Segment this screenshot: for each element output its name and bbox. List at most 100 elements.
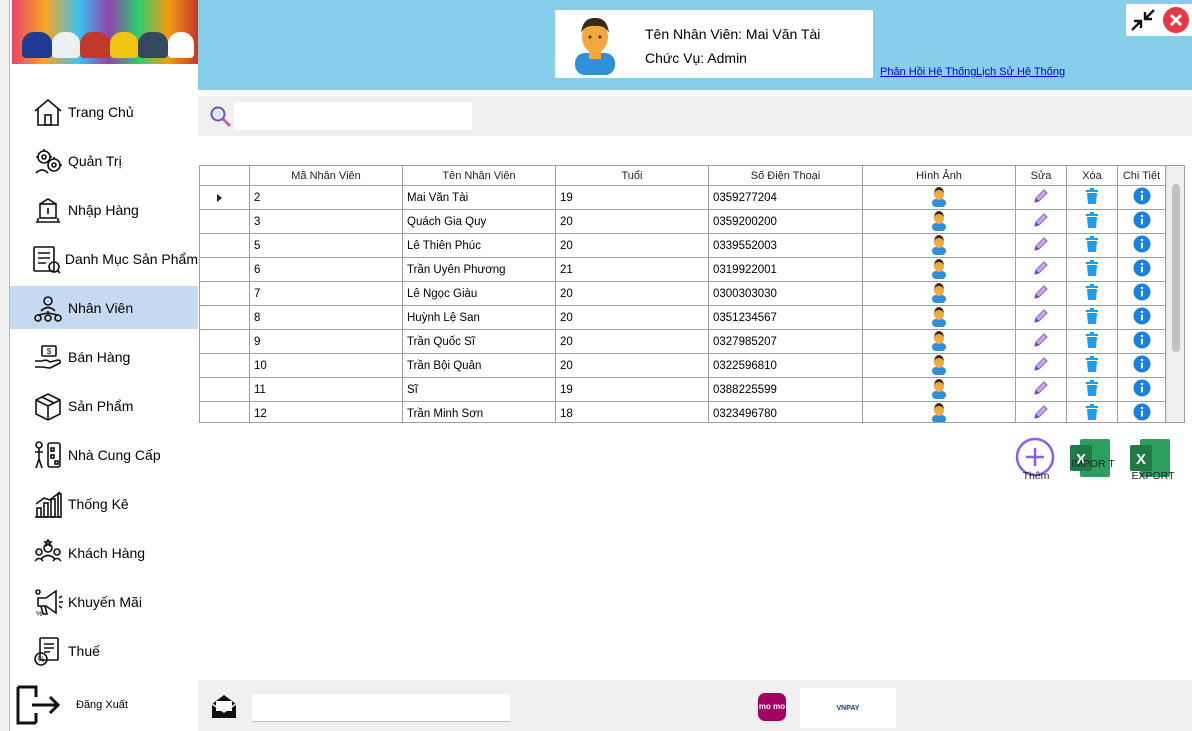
cell-delete[interactable] — [1067, 282, 1118, 305]
edit-pencil-icon[interactable] — [1032, 331, 1050, 352]
cell-employee-name[interactable]: Lê Ngọc Giàu — [403, 282, 556, 305]
delete-trash-icon[interactable] — [1083, 403, 1101, 422]
cell-age[interactable]: 21 — [556, 258, 709, 281]
cell-employee-id[interactable]: 7 — [250, 282, 403, 305]
cell-photo[interactable] — [863, 330, 1016, 353]
close-button[interactable] — [1160, 4, 1192, 36]
cell-delete[interactable] — [1067, 186, 1118, 209]
cell-detail[interactable] — [1118, 210, 1166, 233]
info-icon[interactable] — [1133, 403, 1151, 422]
cell-employee-id[interactable]: 8 — [250, 306, 403, 329]
cell-age[interactable]: 20 — [556, 282, 709, 305]
cell-phone[interactable]: 0322596810 — [709, 354, 863, 377]
column-header[interactable]: Hình Ảnh — [863, 166, 1016, 185]
cell-employee-id[interactable]: 10 — [250, 354, 403, 377]
import-excel-button[interactable]: X IMPOR T — [1068, 437, 1118, 487]
cell-detail[interactable] — [1118, 282, 1166, 305]
logout-button[interactable]: Đăng Xuất — [10, 682, 198, 728]
sidebar-item-6[interactable]: $ Bán Hàng — [10, 335, 198, 378]
cell-photo[interactable] — [863, 354, 1016, 377]
cell-detail[interactable] — [1118, 402, 1166, 422]
cell-phone[interactable]: 0327985207 — [709, 330, 863, 353]
table-row[interactable]: 5 Lê Thiên Phúc 20 0339552003 — [200, 234, 1166, 258]
row-header[interactable] — [200, 282, 250, 305]
cell-detail[interactable] — [1118, 306, 1166, 329]
delete-trash-icon[interactable] — [1083, 187, 1101, 208]
cell-photo[interactable] — [863, 378, 1016, 401]
cell-detail[interactable] — [1118, 378, 1166, 401]
row-header[interactable] — [200, 234, 250, 257]
edit-pencil-icon[interactable] — [1032, 307, 1050, 328]
row-header[interactable] — [200, 402, 250, 422]
delete-trash-icon[interactable] — [1083, 283, 1101, 304]
cell-age[interactable]: 20 — [556, 234, 709, 257]
cell-photo[interactable] — [863, 234, 1016, 257]
edit-pencil-icon[interactable] — [1032, 283, 1050, 304]
cell-age[interactable]: 18 — [556, 402, 709, 422]
cell-edit[interactable] — [1016, 282, 1067, 305]
cell-age[interactable]: 20 — [556, 210, 709, 233]
cell-employee-name[interactable]: Huỳnh Lệ San — [403, 306, 556, 329]
cell-edit[interactable] — [1016, 234, 1067, 257]
info-icon[interactable] — [1133, 283, 1151, 304]
cell-employee-id[interactable]: 11 — [250, 378, 403, 401]
delete-trash-icon[interactable] — [1083, 259, 1101, 280]
info-icon[interactable] — [1133, 235, 1151, 256]
cell-delete[interactable] — [1067, 258, 1118, 281]
edit-pencil-icon[interactable] — [1032, 259, 1050, 280]
row-header[interactable] — [200, 330, 250, 353]
cell-phone[interactable]: 0339552003 — [709, 234, 863, 257]
cell-delete[interactable] — [1067, 354, 1118, 377]
vnpay-payment-button[interactable]: VNPAY — [800, 688, 896, 728]
cell-edit[interactable] — [1016, 258, 1067, 281]
search-input[interactable] — [234, 102, 472, 130]
sidebar-item-9[interactable]: Thống Kê — [10, 482, 198, 525]
cell-delete[interactable] — [1067, 378, 1118, 401]
table-row[interactable]: 10 Trần Bội Quân 20 0322596810 — [200, 354, 1166, 378]
cell-delete[interactable] — [1067, 306, 1118, 329]
cell-photo[interactable] — [863, 402, 1016, 422]
cell-detail[interactable] — [1118, 354, 1166, 377]
system-history-link[interactable]: Lịch Sử Hệ Thống — [976, 66, 1065, 78]
cell-employee-name[interactable]: Quách Gia Quy — [403, 210, 556, 233]
cell-edit[interactable] — [1016, 354, 1067, 377]
cell-employee-id[interactable]: 3 — [250, 210, 403, 233]
cell-edit[interactable] — [1016, 186, 1067, 209]
sidebar-item-2[interactable]: Quản Trị — [10, 139, 198, 182]
cell-edit[interactable] — [1016, 306, 1067, 329]
sidebar-item-5[interactable]: Nhân Viên — [10, 286, 198, 329]
cell-edit[interactable] — [1016, 378, 1067, 401]
email-input[interactable] — [252, 694, 510, 722]
cell-employee-name[interactable]: Lê Thiên Phúc — [403, 234, 556, 257]
vertical-scrollbar[interactable] — [1166, 166, 1184, 422]
cell-detail[interactable] — [1118, 186, 1166, 209]
cell-edit[interactable] — [1016, 402, 1067, 422]
cell-phone[interactable]: 0388225599 — [709, 378, 863, 401]
sidebar-item-11[interactable]: % Khuyến Mãi — [10, 580, 198, 623]
cell-photo[interactable] — [863, 210, 1016, 233]
edit-pencil-icon[interactable] — [1032, 355, 1050, 376]
row-header[interactable] — [200, 210, 250, 233]
cell-detail[interactable] — [1118, 234, 1166, 257]
sidebar-item-4[interactable]: Danh Mục Sản Phẩm — [10, 237, 198, 280]
table-row[interactable]: 12 Trần Minh Sơn 18 0323496780 — [200, 402, 1166, 422]
edit-pencil-icon[interactable] — [1032, 403, 1050, 422]
delete-trash-icon[interactable] — [1083, 307, 1101, 328]
row-header[interactable] — [200, 258, 250, 281]
cell-photo[interactable] — [863, 186, 1016, 209]
cell-age[interactable]: 19 — [556, 186, 709, 209]
delete-trash-icon[interactable] — [1083, 379, 1101, 400]
delete-trash-icon[interactable] — [1083, 355, 1101, 376]
column-header[interactable]: Tên Nhân Viên — [403, 166, 556, 185]
info-icon[interactable] — [1133, 379, 1151, 400]
minimize-button[interactable] — [1126, 4, 1160, 36]
cell-delete[interactable] — [1067, 234, 1118, 257]
cell-photo[interactable] — [863, 282, 1016, 305]
cell-detail[interactable] — [1118, 258, 1166, 281]
cell-age[interactable]: 20 — [556, 306, 709, 329]
column-header[interactable]: Số Điện Thoại — [709, 166, 863, 185]
export-excel-button[interactable]: X EXPORT — [1128, 437, 1178, 487]
cell-edit[interactable] — [1016, 210, 1067, 233]
cell-employee-id[interactable]: 6 — [250, 258, 403, 281]
cell-age[interactable]: 19 — [556, 378, 709, 401]
